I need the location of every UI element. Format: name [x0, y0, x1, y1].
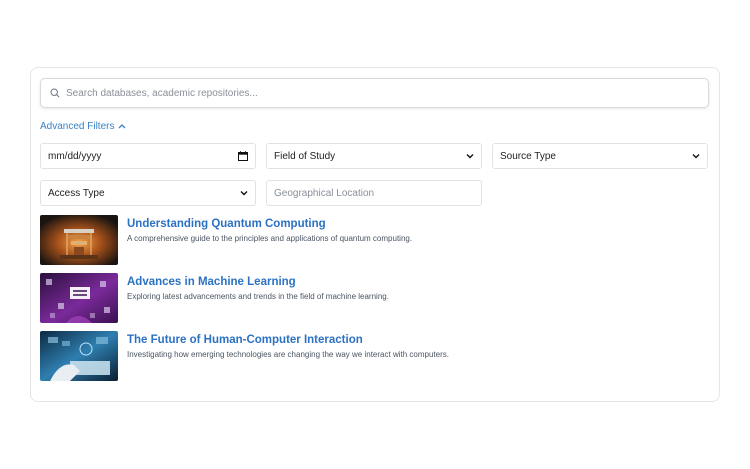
list-item: Understanding Quantum Computing A compre… [40, 215, 710, 265]
result-thumbnail-machine-learning[interactable] [40, 273, 118, 323]
chevron-up-icon [119, 124, 126, 129]
list-item: Advances in Machine Learning Exploring l… [40, 273, 710, 323]
chevron-down-icon [692, 154, 700, 159]
search-input[interactable] [66, 87, 666, 99]
calendar-icon[interactable] [238, 151, 248, 161]
search-icon [50, 88, 60, 98]
source-type-select[interactable]: Source Type [492, 143, 708, 169]
advanced-filters-toggle[interactable]: Advanced Filters [40, 119, 126, 133]
field-of-study-select[interactable]: Field of Study [266, 143, 482, 169]
search-bar[interactable] [40, 78, 709, 108]
result-thumbnail-quantum[interactable] [40, 215, 118, 265]
geographical-location-placeholder: Geographical Location [274, 187, 375, 199]
advanced-filters-label: Advanced Filters [40, 120, 115, 132]
date-field[interactable]: mm/dd/yyyy [40, 143, 256, 169]
result-title-link[interactable]: The Future of Human-Computer Interaction [127, 333, 449, 347]
chevron-down-icon [240, 191, 248, 196]
list-item: The Future of Human-Computer Interaction… [40, 331, 710, 381]
result-description: Investigating how emerging technologies … [127, 350, 449, 359]
access-type-select[interactable]: Access Type [40, 180, 256, 206]
date-field-value: mm/dd/yyyy [48, 150, 102, 162]
access-type-value: Access Type [48, 187, 105, 199]
geographical-location-input[interactable]: Geographical Location [266, 180, 482, 206]
source-type-value: Source Type [500, 150, 556, 162]
result-description: Exploring latest advancements and trends… [127, 292, 389, 301]
field-of-study-value: Field of Study [274, 150, 336, 162]
result-thumbnail-hci[interactable] [40, 331, 118, 381]
chevron-down-icon [466, 154, 474, 159]
result-title-link[interactable]: Understanding Quantum Computing [127, 217, 412, 231]
search-panel: Advanced Filters mm/dd/yyyy Field of Stu… [30, 67, 720, 402]
result-title-link[interactable]: Advances in Machine Learning [127, 275, 389, 289]
results-list: Understanding Quantum Computing A compre… [40, 215, 710, 389]
result-description: A comprehensive guide to the principles … [127, 234, 413, 243]
